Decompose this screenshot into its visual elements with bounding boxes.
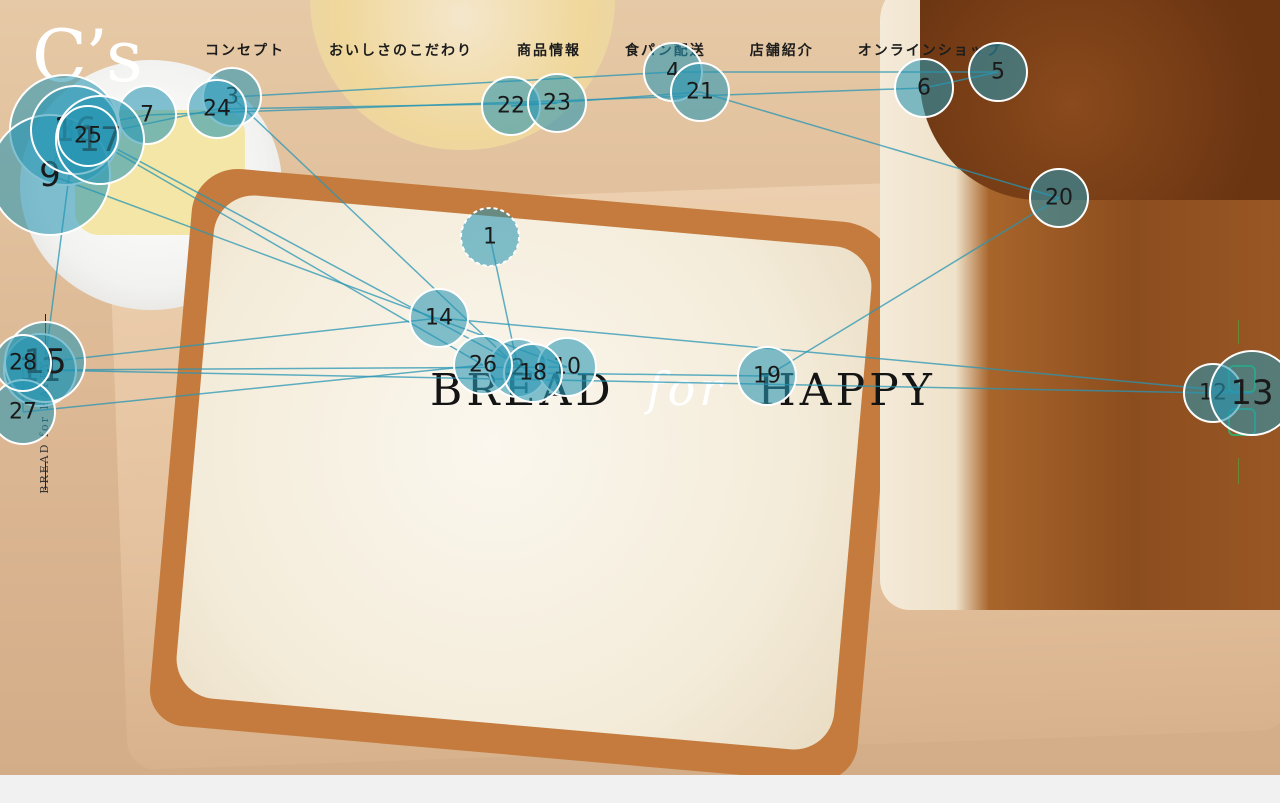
fixation-label: 14 [425, 306, 453, 331]
fixation-label: 18 [519, 361, 547, 386]
saccade-line [44, 317, 440, 363]
saccade-line [766, 197, 1060, 377]
saccade-line [22, 364, 484, 413]
fixation-label: 22 [497, 94, 525, 119]
saccade-line [699, 91, 1060, 199]
hero-image: C’s コンセプト おいしさのこだわり 商品情報 食パン配送 店舗紹介 オンライ… [0, 0, 1280, 775]
gaze-overlay: 1234567891011121314151617181920212223242… [0, 42, 1280, 445]
saccade-line [99, 139, 534, 374]
fixation-label: 5 [991, 60, 1005, 85]
fixation-label: 20 [1045, 186, 1073, 211]
fixation-label: 1 [483, 225, 497, 250]
fixation-label: 26 [469, 353, 497, 378]
fixation-label: 28 [9, 351, 37, 376]
fixation-label: 25 [74, 124, 102, 149]
fixation-label: 21 [686, 80, 714, 105]
fixation-label: 27 [9, 400, 37, 425]
fixation-label: 19 [753, 364, 781, 389]
fixation-label: 24 [203, 97, 231, 122]
fixation-label: 23 [543, 91, 571, 116]
saccade-line [231, 71, 674, 98]
fixation-label: 13 [1230, 373, 1273, 413]
fixation-label: 7 [140, 103, 154, 128]
fixation-label: 6 [917, 76, 931, 101]
footer-strip [0, 775, 1280, 803]
